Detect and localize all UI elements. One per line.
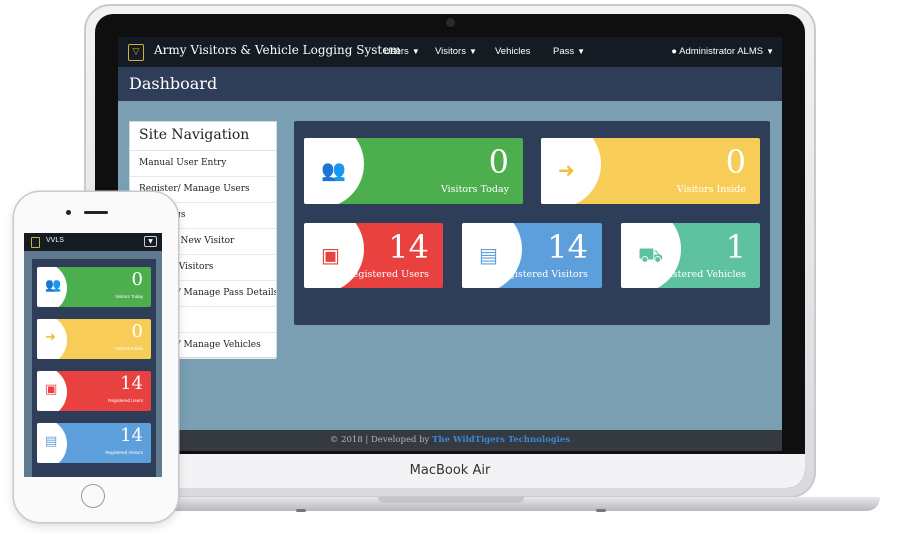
- stat-value: 14: [547, 228, 588, 266]
- nav-menu-users[interactable]: Users ▼: [384, 46, 420, 57]
- nav-menu-label: Pass: [553, 46, 575, 57]
- stat-card-visitors-inside[interactable]: ➜ 0 Visitors Inside: [541, 138, 760, 204]
- nav-menu-vehicles[interactable]: Vehicles: [495, 46, 530, 57]
- shield-logo-icon: [31, 237, 40, 248]
- truck-icon: ⛟: [638, 243, 664, 267]
- mobile-navbar: VVLS ▼: [24, 233, 162, 251]
- stat-value: 14: [388, 228, 429, 266]
- page-header: Dashboard: [118, 67, 782, 101]
- mobile-stat-card-registered-users[interactable]: ▣ 14 Registered Users: [37, 371, 151, 411]
- stat-value: 0: [488, 143, 509, 181]
- menu-toggle-icon[interactable]: ▼: [144, 236, 157, 247]
- nav-menu-label: Users: [384, 46, 409, 57]
- users-group-icon: 👥: [45, 278, 62, 293]
- stat-value: 0: [131, 269, 143, 290]
- nav-menu-label: Vehicles: [495, 46, 531, 57]
- sign-in-icon: ➜: [45, 330, 56, 345]
- caret-down-icon: ▼: [766, 47, 774, 56]
- mobile-app-title[interactable]: VVLS: [46, 237, 64, 244]
- stat-value: 0: [725, 143, 746, 181]
- user-badge-icon: ▣: [321, 243, 340, 267]
- user-circle-icon: ●: [671, 46, 677, 57]
- users-group-icon: 👥: [321, 158, 346, 182]
- site-navigation-title: Site Navigation: [130, 122, 276, 151]
- stats-panel: 👥 0 Visitors Today ➜ 0 Visitors Inside ▣…: [294, 121, 770, 325]
- stat-value: 0: [131, 321, 143, 342]
- stat-value: 1: [725, 228, 746, 266]
- phone-screen: VVLS ▼ 👥 0 Visitors Today ➜ 0 Visitors I…: [24, 233, 162, 477]
- stat-label: Visitors Today: [115, 294, 143, 299]
- stat-value: 14: [120, 425, 143, 446]
- laptop-notch: [378, 497, 524, 503]
- caret-down-icon: ▼: [411, 47, 420, 56]
- page-footer: © 2018 | Developed by The WildTigers Tec…: [118, 430, 782, 451]
- nav-menu-visitors[interactable]: Visitors ▼: [435, 46, 477, 57]
- stat-label: Registered Users: [108, 398, 143, 403]
- stat-label: Visitors Inside: [115, 346, 143, 351]
- caret-down-icon: ▼: [468, 47, 477, 56]
- stat-label: Visitors Today: [440, 184, 509, 195]
- laptop-model-label: MacBook Air: [409, 463, 491, 478]
- user-badge-icon: ▣: [45, 382, 58, 397]
- stat-card-registered-visitors[interactable]: ▤ 14 Registered Visitors: [462, 223, 602, 288]
- mobile-stats-panel: 👥 0 Visitors Today ➜ 0 Visitors Inside ▣…: [32, 259, 156, 477]
- stat-label: Registered Users: [345, 269, 429, 280]
- stat-card-registered-vehicles[interactable]: ⛟ 1 Registered Vehicles: [621, 223, 760, 288]
- page-title: Dashboard: [129, 74, 218, 93]
- mobile-stat-card-visitors-inside[interactable]: ➜ 0 Visitors Inside: [37, 319, 151, 359]
- user-name: Administrator ALMS: [679, 46, 764, 57]
- id-card-icon: ▤: [479, 243, 498, 267]
- laptop-screen: ▽ Army Visitors & Vehicle Logging System…: [118, 37, 782, 451]
- id-card-icon: ▤: [45, 434, 58, 449]
- user-menu[interactable]: ● Administrator ALMS ▼: [671, 46, 774, 57]
- mobile-stat-card-visitors-today[interactable]: 👥 0 Visitors Today: [37, 267, 151, 307]
- sidebar-item-manual-user-entry[interactable]: Manual User Entry: [130, 151, 276, 177]
- stat-card-registered-users[interactable]: ▣ 14 Registered Users: [304, 223, 443, 288]
- footer-text: © 2018 | Developed by: [329, 435, 430, 445]
- top-navbar: ▽ Army Visitors & Vehicle Logging System…: [118, 37, 782, 67]
- stat-label: Registered Vehicles: [650, 269, 746, 280]
- shield-logo-icon[interactable]: ▽: [128, 44, 144, 61]
- caret-down-icon: ▼: [577, 47, 586, 56]
- stat-label: Visitors Inside: [676, 184, 746, 195]
- nav-menu-label: Visitors: [435, 46, 466, 57]
- phone-camera: [66, 210, 71, 215]
- stat-label: Registered Visitors: [495, 269, 588, 280]
- phone-speaker: [84, 211, 108, 214]
- stat-value: 14: [120, 373, 143, 394]
- stat-label: Registered Visitors: [105, 450, 143, 455]
- webcam: [446, 18, 455, 27]
- laptop-foot: [296, 509, 306, 512]
- app-title[interactable]: Army Visitors & Vehicle Logging System: [154, 43, 401, 57]
- sign-in-icon: ➜: [558, 158, 575, 182]
- phone-home-button[interactable]: [81, 484, 105, 508]
- footer-company-link[interactable]: The WildTigers Technologies: [432, 435, 570, 445]
- mobile-stat-card-registered-visitors[interactable]: ▤ 14 Registered Visitors: [37, 423, 151, 463]
- laptop-foot: [596, 509, 606, 512]
- nav-menu-pass[interactable]: Pass ▼: [553, 46, 585, 57]
- stat-card-visitors-today[interactable]: 👥 0 Visitors Today: [304, 138, 523, 204]
